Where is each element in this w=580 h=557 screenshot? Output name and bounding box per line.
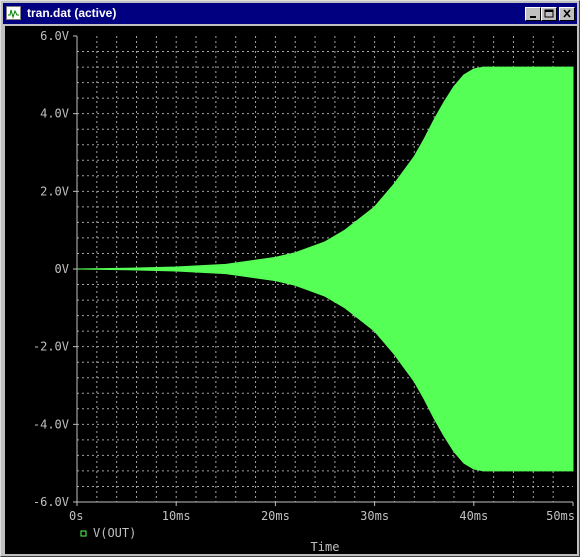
legend[interactable]: V(OUT) <box>80 526 136 540</box>
title-bar[interactable]: tran.dat (active) <box>3 3 577 24</box>
y-tick-label: 2.0V <box>40 184 69 198</box>
x-tick-label: 30ms <box>360 509 389 523</box>
window-title: tran.dat (active) <box>27 6 117 20</box>
probe-window-icon[interactable] <box>6 6 21 20</box>
y-tick-label: -4.0V <box>33 417 69 431</box>
y-tick-label: -6.0V <box>33 495 69 509</box>
probe-window: tran.dat (active) 6.0V 4.0V 2.0V 0V -2.0V -4.… <box>0 0 580 557</box>
close-icon <box>563 9 571 18</box>
maximize-button[interactable] <box>541 7 557 21</box>
x-tick-label: 20ms <box>261 509 290 523</box>
close-button[interactable] <box>559 7 575 21</box>
x-tick-label: 10ms <box>162 509 191 523</box>
y-tick-label: -2.0V <box>33 340 69 354</box>
x-tick-label: 50ms <box>546 509 575 523</box>
minimize-icon <box>530 16 536 18</box>
x-axis-label: Time <box>311 540 340 554</box>
y-tick-label: 6.0V <box>40 29 69 43</box>
x-tick-labels: 0s 10ms 20ms 30ms 40ms 50ms <box>69 509 575 523</box>
series-v-out-trace[interactable] <box>76 66 574 472</box>
plot-area[interactable]: 6.0V 4.0V 2.0V 0V -2.0V -4.0V -6.0V 0s 10ms 20ms… <box>5 26 577 554</box>
legend-label-v-out[interactable]: V(OUT) <box>93 526 136 540</box>
maximize-icon <box>544 9 554 18</box>
legend-marker <box>80 530 87 537</box>
waveform-chart[interactable]: 6.0V 4.0V 2.0V 0V -2.0V -4.0V -6.0V 0s 10ms 20ms… <box>5 26 577 554</box>
x-tick-label: 0s <box>69 509 83 523</box>
y-tick-labels: 6.0V 4.0V 2.0V 0V -2.0V -4.0V -6.0V <box>33 29 69 509</box>
x-tick-label: 40ms <box>459 509 488 523</box>
y-tick-label: 0V <box>55 262 69 276</box>
minimize-button[interactable] <box>525 7 541 21</box>
y-tick-label: 4.0V <box>40 107 69 121</box>
